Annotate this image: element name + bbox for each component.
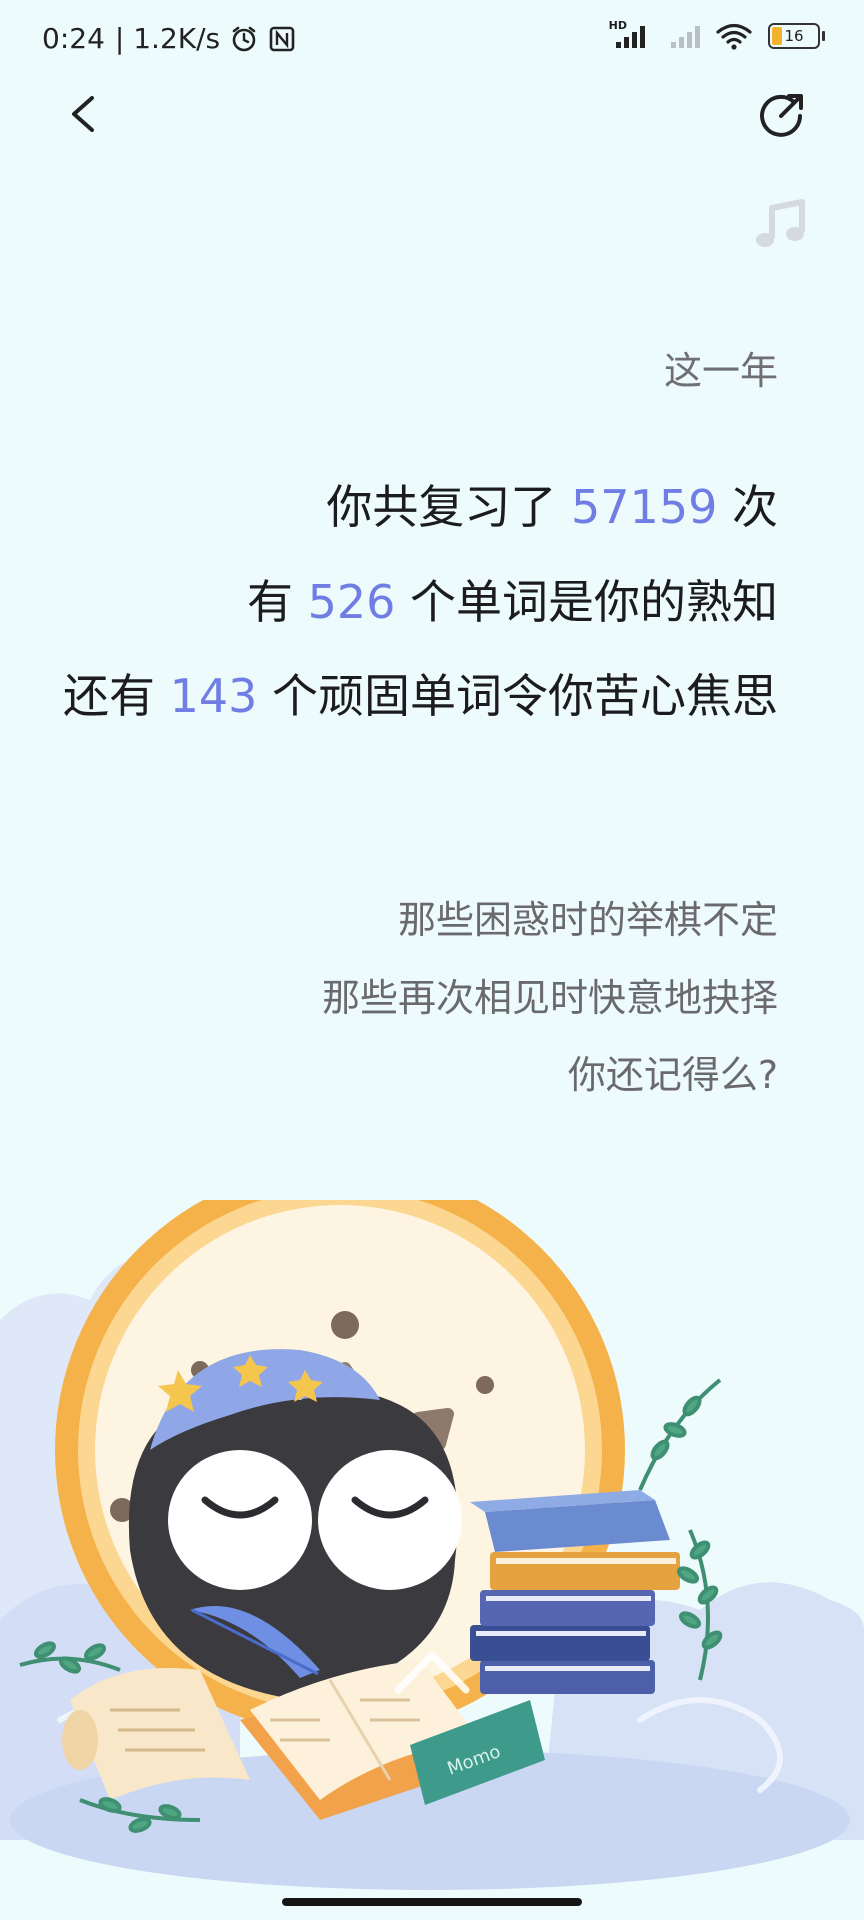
home-indicator[interactable] xyxy=(282,1898,582,1906)
review-count-prefix: 你共复习了 xyxy=(326,480,572,534)
status-left: 0:24 | 1.2K/s xyxy=(42,22,296,55)
share-button[interactable] xyxy=(754,86,810,142)
leaf-branch-top xyxy=(638,1378,722,1491)
poem-line-3: 你还记得么? xyxy=(567,1053,778,1097)
review-count-value: 57159 xyxy=(571,480,718,534)
chevron-left-icon xyxy=(72,96,94,132)
review-count-line: 你共复习了 57159 次 xyxy=(30,477,778,537)
intro-text: 这一年 xyxy=(663,349,778,393)
nfc-icon xyxy=(269,26,295,51)
stubborn-words-line: 还有 143 个顽固单词令你苦心焦思 xyxy=(30,666,778,726)
poem-line-2: 那些再次相见时快意地抉择 xyxy=(321,976,778,1020)
signal-hd-label: HD xyxy=(608,18,627,32)
music-toggle-button[interactable] xyxy=(750,196,810,256)
familiar-words-line: 有 526 个单词是你的熟知 xyxy=(30,572,778,632)
battery-level: 16 xyxy=(784,27,804,45)
music-note-icon xyxy=(756,199,805,247)
wifi-icon xyxy=(716,23,752,50)
battery-icon: 16 xyxy=(768,23,825,49)
status-net-speed: | 1.2K/s xyxy=(114,22,221,55)
back-button[interactable] xyxy=(56,86,112,142)
status-time: 0:24 xyxy=(42,22,105,55)
poem-line-1: 那些困惑时的举棋不定 xyxy=(397,898,778,942)
familiar-words-suffix: 个单词是你的熟知 xyxy=(395,575,778,629)
owl-clock-illustration: Momo xyxy=(0,1200,864,1890)
share-icon xyxy=(760,94,803,137)
book-stack xyxy=(470,1490,680,1694)
stubborn-words-suffix: 个顽固单词令你苦心焦思 xyxy=(257,669,778,723)
familiar-words-value: 526 xyxy=(307,575,396,629)
signal-2-icon xyxy=(671,24,700,48)
status-right: HD 16 xyxy=(609,19,825,50)
stubborn-words-prefix: 还有 xyxy=(62,669,170,723)
review-count-suffix: 次 xyxy=(717,480,778,534)
stubborn-words-value: 143 xyxy=(169,669,258,723)
alarm-icon xyxy=(232,26,256,51)
owl-face-right xyxy=(318,1450,462,1590)
familiar-words-prefix: 有 xyxy=(246,575,308,629)
status-bar: 0:24 | 1.2K/s HD 16 xyxy=(0,0,864,80)
owl-face-left xyxy=(168,1450,312,1590)
